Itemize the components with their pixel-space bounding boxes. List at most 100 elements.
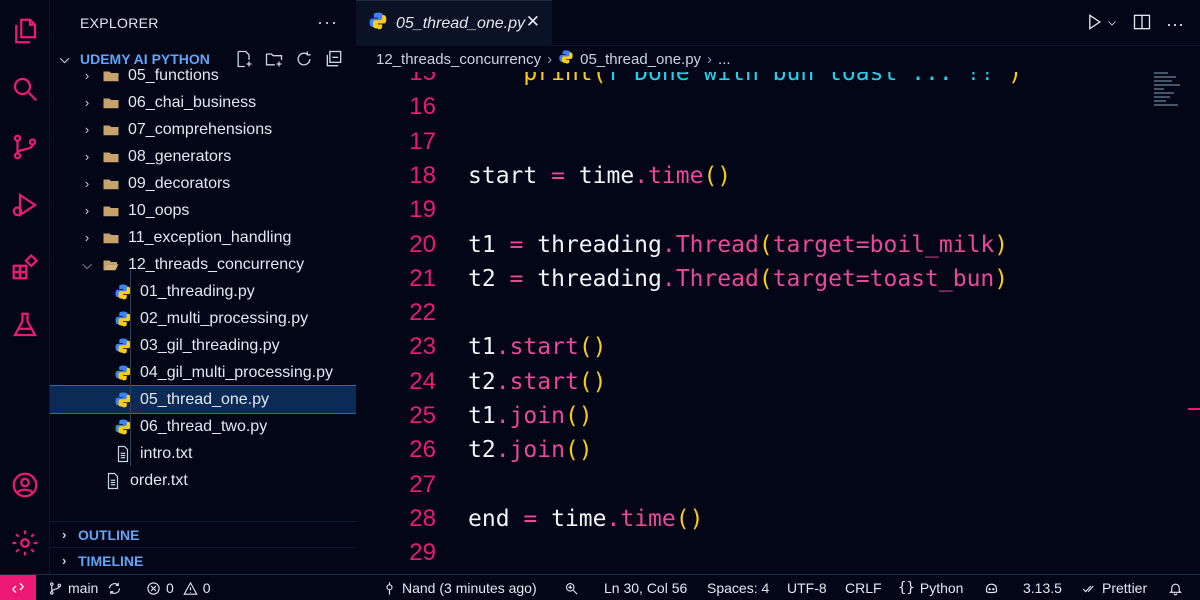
code-token: time xyxy=(648,162,704,189)
code-token: t1 xyxy=(468,231,496,258)
code-token: . xyxy=(661,231,676,258)
zoom-status[interactable] xyxy=(564,575,579,600)
problems-status[interactable]: 0 0 xyxy=(146,575,211,600)
text-file-icon xyxy=(104,472,122,490)
remote-indicator[interactable] xyxy=(0,574,36,600)
tree-folder[interactable]: ⌵ 12_threads_concurrency xyxy=(50,251,356,278)
code-token: t1 xyxy=(468,403,496,429)
code-line: 15 print(f"Done with bun toast ... !!") xyxy=(356,72,1146,90)
code-token: t1 xyxy=(468,334,496,361)
tree-folder[interactable]: › 05_functions xyxy=(50,62,356,89)
tree-file[interactable]: order.txt xyxy=(50,467,356,494)
zoom-icon xyxy=(565,582,578,595)
tree-item-label: 08_generators xyxy=(128,147,232,165)
code-token: . xyxy=(634,162,649,189)
explorer-icon[interactable] xyxy=(8,14,42,48)
explorer-more-button[interactable]: ··· xyxy=(317,12,338,33)
line-text: end = time.time() xyxy=(468,506,703,532)
code-token: threading xyxy=(537,265,662,292)
tree-file[interactable]: 01_threading.py xyxy=(50,278,356,305)
tree-folder[interactable]: › 06_chai_business xyxy=(50,89,356,116)
tree-item-label: 12_threads_concurrency xyxy=(128,255,305,273)
tree-item-label: 10_oops xyxy=(128,201,190,219)
python-version-status[interactable]: 3.13.5 xyxy=(1023,575,1062,600)
indentation-status[interactable]: Spaces: 4 xyxy=(707,575,769,600)
tree-item-label: 06_thread_two.py xyxy=(140,417,268,435)
minimap[interactable] xyxy=(1154,72,1184,132)
code-token: f"Done with bun toast ... !!" xyxy=(606,72,1009,86)
testing-flask-icon[interactable] xyxy=(8,308,42,342)
line-text: start = time.time() xyxy=(468,163,731,189)
code-token: ) xyxy=(994,231,1009,258)
tree-file[interactable]: intro.txt xyxy=(50,440,356,467)
line-number: 25 xyxy=(409,402,436,429)
extensions-icon[interactable] xyxy=(8,250,42,284)
notifications-status[interactable] xyxy=(1168,575,1183,600)
code-line: 22 xyxy=(356,296,1146,330)
git-blame-status[interactable]: Nand (3 minutes ago) xyxy=(382,575,537,600)
language-status[interactable]: {} Python xyxy=(898,575,963,600)
chevron-right-icon: › xyxy=(84,230,90,245)
tree-item-label: 06_chai_business xyxy=(128,93,257,111)
copilot-icon xyxy=(985,583,998,593)
outline-panel-header[interactable]: › OUTLINE xyxy=(50,521,356,547)
source-control-icon[interactable] xyxy=(8,130,42,164)
tab-05-thread-one[interactable]: 05_thread_one.py ✕ xyxy=(356,0,552,46)
search-icon[interactable] xyxy=(8,72,42,106)
tab-label: 05_thread_one.py xyxy=(396,14,525,32)
tree-item-label: 05_thread_one.py xyxy=(140,390,269,408)
tree-file[interactable]: 02_multi_processing.py xyxy=(50,305,356,332)
line-number: 17 xyxy=(409,127,436,155)
code-token: target xyxy=(772,231,856,258)
tree-folder[interactable]: › 07_comprehensions xyxy=(50,116,356,143)
prettier-status[interactable]: Prettier xyxy=(1082,575,1147,600)
settings-gear-icon[interactable] xyxy=(8,526,42,560)
line-number: 27 xyxy=(409,470,436,498)
code-token: start xyxy=(509,368,579,395)
warning-icon xyxy=(183,581,198,595)
line-number: 20 xyxy=(409,230,436,258)
code-line: 20 t1 = threading.Thread(target=boil_milk… xyxy=(356,228,1146,262)
tree-file[interactable]: 04_gil_multi_processing.py xyxy=(50,359,356,386)
close-icon[interactable]: ✕ xyxy=(526,12,540,32)
cursor-position[interactable]: Ln 30, Col 56 xyxy=(604,575,687,600)
breadcrumb-more[interactable]: ... xyxy=(718,51,731,68)
code-token: . xyxy=(661,265,676,292)
code-line: 21 t2 = threading.Thread(target=toast_bun… xyxy=(356,262,1146,296)
eol-status[interactable]: CRLF xyxy=(845,575,882,600)
encoding-status[interactable]: UTF-8 xyxy=(787,575,827,600)
tree-folder[interactable]: › 08_generators xyxy=(50,143,356,170)
line-text: t1.start() xyxy=(468,334,607,360)
tree-folder[interactable]: › 11_exception_handling xyxy=(50,224,356,251)
tree-folder[interactable]: › 10_oops xyxy=(50,197,356,224)
chevron-down-icon[interactable] xyxy=(1106,16,1118,34)
tree-file[interactable]: 06_thread_two.py xyxy=(50,413,356,440)
run-play-icon[interactable] xyxy=(1084,12,1104,37)
code-token: . xyxy=(495,403,510,429)
breadcrumb-file[interactable]: 05_thread_one.py xyxy=(580,51,701,68)
line-text: print(f"Done with bun toast ... !!") xyxy=(468,72,1022,86)
copilot-status[interactable] xyxy=(984,575,999,600)
breadcrumb-folder[interactable]: 12_threads_concurrency xyxy=(376,51,541,68)
chevron-down-icon: ⌵ xyxy=(82,256,92,272)
tree-file[interactable]: 03_gil_threading.py xyxy=(50,332,356,359)
timeline-panel-header[interactable]: › TIMELINE xyxy=(50,547,356,573)
tree-item-label: 02_multi_processing.py xyxy=(140,309,309,327)
tree-item-label: 11_exception_handling xyxy=(128,228,292,246)
tree-file[interactable]: 05_thread_one.py xyxy=(50,385,356,414)
tree-folder[interactable]: › 09_decorators xyxy=(50,170,356,197)
tree-item-label: 03_gil_threading.py xyxy=(140,336,280,354)
warning-count: 0 xyxy=(202,580,211,596)
timeline-label: TIMELINE xyxy=(78,552,144,569)
more-actions-icon[interactable]: ··· xyxy=(1166,14,1184,35)
prettier-label: Prettier xyxy=(1102,580,1148,596)
tree-item-label: intro.txt xyxy=(140,444,193,462)
account-icon[interactable] xyxy=(8,468,42,502)
code-token: () xyxy=(564,403,593,429)
branch-status[interactable]: main xyxy=(48,575,122,600)
code-view[interactable]: 15 print(f"Done with bun toast ... !!") 1… xyxy=(356,72,1146,574)
explorer-title: EXPLORER xyxy=(80,15,159,31)
code-token: = xyxy=(495,265,538,292)
run-debug-icon[interactable] xyxy=(8,188,42,222)
split-editor-icon[interactable] xyxy=(1132,12,1152,37)
